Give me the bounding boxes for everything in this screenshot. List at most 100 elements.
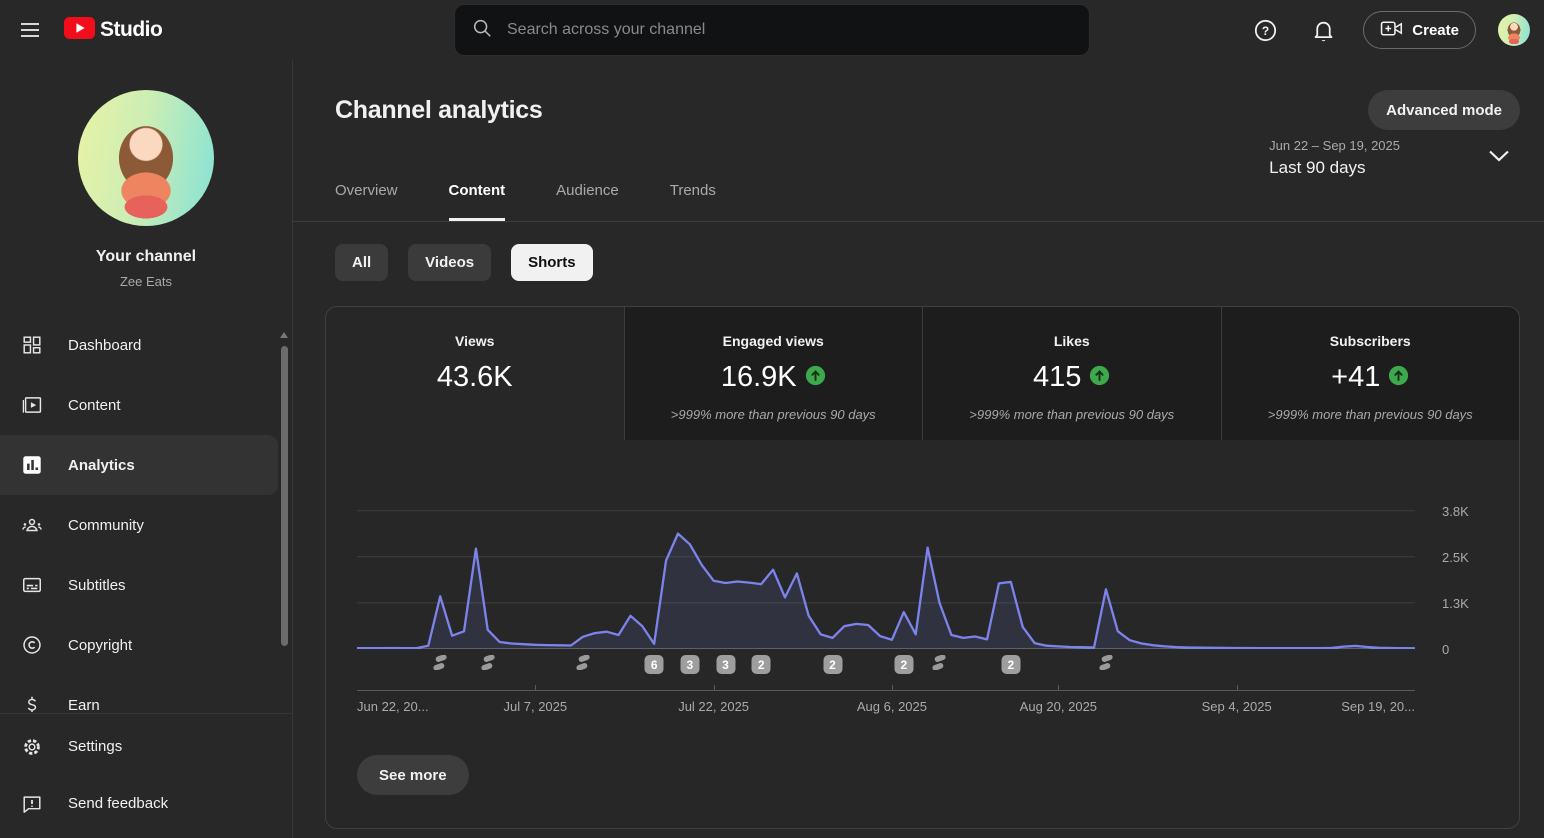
metric-tab-engaged-views[interactable]: Engaged views 16.9K >999% more than prev… bbox=[623, 307, 922, 440]
x-tick-label: Sep 19, 20... bbox=[1341, 699, 1415, 714]
y-tick-label: 1.3K bbox=[1442, 595, 1469, 611]
subtitles-icon bbox=[20, 574, 44, 596]
shorts-icon[interactable] bbox=[932, 654, 947, 675]
sidebar: Your channel Zee Eats Dashboard Content bbox=[0, 60, 293, 838]
tab-trends[interactable]: Trends bbox=[670, 172, 716, 221]
chip-videos[interactable]: Videos bbox=[408, 244, 492, 281]
earn-icon bbox=[20, 694, 44, 712]
sidebar-menu: Dashboard Content Analytics Community Su… bbox=[0, 315, 292, 712]
see-more-button[interactable]: See more bbox=[357, 755, 469, 795]
chip-all[interactable]: All bbox=[335, 244, 389, 281]
help-icon[interactable]: ? bbox=[1247, 12, 1283, 48]
tab-overview[interactable]: Overview bbox=[335, 172, 398, 221]
chart-area-fill bbox=[357, 533, 1415, 649]
dashboard-icon bbox=[20, 334, 44, 356]
create-button[interactable]: Create bbox=[1363, 11, 1476, 49]
svg-text:?: ? bbox=[1262, 23, 1269, 37]
youtube-play-icon bbox=[64, 16, 95, 44]
views-value: 43.6K bbox=[436, 361, 513, 393]
format-filter-chips: All Videos Shorts bbox=[335, 244, 1520, 281]
community-icon bbox=[20, 514, 44, 536]
x-tick-label: Jul 22, 2025 bbox=[678, 699, 750, 714]
sidebar-bottom-section: Settings Send feedback bbox=[0, 713, 292, 838]
sidebar-item-dashboard[interactable]: Dashboard bbox=[0, 315, 292, 375]
sidebar-item-analytics[interactable]: Analytics bbox=[0, 435, 278, 495]
x-tick-label: Sep 4, 2025 bbox=[1201, 699, 1272, 714]
page-title: Channel analytics bbox=[335, 95, 543, 124]
x-axis-tick bbox=[535, 685, 537, 691]
x-tick-label: Jul 7, 2025 bbox=[503, 699, 568, 714]
shorts-icon[interactable] bbox=[1098, 654, 1113, 675]
sidebar-item-subtitles[interactable]: Subtitles bbox=[0, 555, 292, 615]
date-range-text: Jun 22 – Sep 19, 2025 bbox=[1269, 138, 1400, 153]
studio-wordmark: Studio bbox=[100, 18, 163, 41]
shorts-count-badge[interactable]: 6 bbox=[644, 655, 664, 674]
date-range-picker[interactable]: Jun 22 – Sep 19, 2025 Last 90 days bbox=[1269, 138, 1520, 178]
chart-y-labels: 3.8K 2.5K 1.3K 0 bbox=[1415, 472, 1519, 719]
scroll-up-arrow-icon[interactable] bbox=[280, 332, 288, 338]
date-preset-text: Last 90 days bbox=[1269, 158, 1366, 177]
x-axis-tick bbox=[1058, 685, 1060, 691]
sidebar-item-community[interactable]: Community bbox=[0, 495, 292, 555]
x-axis-tick bbox=[713, 685, 715, 691]
youtube-studio-logo[interactable]: Studio bbox=[64, 16, 163, 44]
y-tick-label: 2.5K bbox=[1442, 549, 1469, 565]
notifications-bell-icon[interactable] bbox=[1305, 12, 1341, 48]
sidebar-item-earn[interactable]: Earn bbox=[0, 675, 292, 712]
chip-shorts[interactable]: Shorts bbox=[511, 244, 593, 281]
channel-title: Your channel bbox=[95, 248, 197, 265]
metric-tab-subscribers[interactable]: Subscribers +41 >999% more than previous… bbox=[1220, 307, 1519, 440]
sidebar-item-content[interactable]: Content bbox=[0, 375, 292, 435]
shorts-markers-row: 6332222 bbox=[357, 654, 1415, 679]
shorts-count-badge[interactable]: 2 bbox=[1001, 655, 1021, 674]
analytics-icon bbox=[20, 454, 44, 476]
shorts-count-badge[interactable]: 2 bbox=[894, 655, 914, 674]
metric-tabs: Views 43.6K Engaged views 16.9K >999% mo… bbox=[326, 307, 1519, 440]
copyright-icon bbox=[20, 634, 44, 656]
channel-avatar[interactable] bbox=[78, 90, 214, 226]
advanced-mode-button[interactable]: Advanced mode bbox=[1368, 90, 1520, 130]
shorts-count-badge[interactable]: 3 bbox=[680, 655, 700, 674]
chart-x-axis bbox=[357, 685, 1415, 691]
subscribers-value: +41 bbox=[1331, 361, 1381, 393]
y-tick-label: 3.8K bbox=[1442, 503, 1469, 519]
content-icon bbox=[20, 394, 44, 416]
likes-value: 415 bbox=[1033, 361, 1082, 393]
sidebar-item-send-feedback[interactable]: Send feedback bbox=[0, 775, 292, 832]
sidebar-scrollbar[interactable] bbox=[280, 332, 289, 724]
menu-icon[interactable] bbox=[10, 10, 50, 50]
top-bar: Studio ? Create bbox=[0, 0, 1544, 60]
chart-plot-area[interactable] bbox=[357, 472, 1415, 649]
shorts-icon[interactable] bbox=[433, 654, 448, 675]
analytics-tabs-row: Overview Content Audience Trends Jun 22 … bbox=[293, 130, 1544, 222]
x-axis-tick bbox=[891, 685, 893, 691]
main-content: Channel analytics Advanced mode Overview… bbox=[293, 60, 1544, 838]
x-tick-label: Jun 22, 20... bbox=[357, 699, 429, 714]
metric-tab-views[interactable]: Views 43.6K bbox=[326, 307, 624, 440]
analytics-card: Views 43.6K Engaged views 16.9K >999% mo… bbox=[325, 306, 1520, 829]
shorts-count-badge[interactable]: 2 bbox=[751, 655, 771, 674]
search-icon bbox=[471, 17, 493, 44]
account-avatar[interactable] bbox=[1498, 14, 1530, 46]
chevron-down-icon bbox=[1488, 149, 1510, 168]
engaged-views-value: 16.9K bbox=[720, 361, 797, 393]
shorts-icon[interactable] bbox=[575, 654, 590, 675]
trend-up-icon bbox=[805, 365, 826, 391]
tab-audience[interactable]: Audience bbox=[556, 172, 619, 221]
sidebar-item-settings[interactable]: Settings bbox=[0, 718, 292, 775]
tab-content[interactable]: Content bbox=[448, 172, 506, 221]
shorts-icon[interactable] bbox=[480, 654, 495, 675]
sidebar-item-copyright[interactable]: Copyright bbox=[0, 615, 292, 675]
x-tick-label: Aug 20, 2025 bbox=[1019, 699, 1098, 714]
trend-up-icon bbox=[1089, 365, 1110, 391]
y-tick-label: 0 bbox=[1442, 642, 1450, 657]
chart-line bbox=[357, 534, 1415, 649]
metric-tab-likes[interactable]: Likes 415 >999% more than previous 90 da… bbox=[922, 307, 1221, 440]
shorts-count-badge[interactable]: 3 bbox=[716, 655, 736, 674]
shorts-count-badge[interactable]: 2 bbox=[823, 655, 842, 674]
gear-icon bbox=[20, 736, 44, 758]
trend-up-icon bbox=[1388, 365, 1409, 391]
scrollbar-thumb[interactable] bbox=[281, 346, 288, 646]
search-input[interactable] bbox=[507, 21, 1073, 39]
channel-search[interactable] bbox=[454, 4, 1090, 56]
